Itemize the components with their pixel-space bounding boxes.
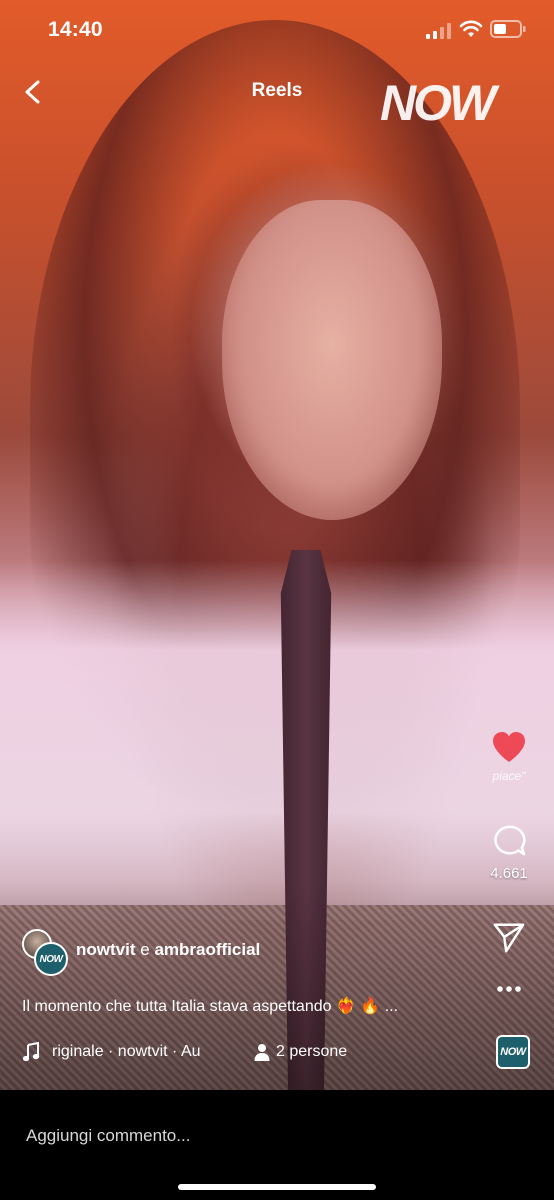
more-action[interactable] xyxy=(474,982,544,1000)
music-note-icon xyxy=(22,1042,40,1062)
wifi-icon xyxy=(459,20,483,37)
video-shirt xyxy=(0,560,554,920)
like-action[interactable]: piace" xyxy=(474,730,544,783)
caption[interactable]: Il momento che tutta Italia stava aspett… xyxy=(22,996,462,1016)
status-time: 14:40 xyxy=(48,18,103,41)
share-icon[interactable] xyxy=(491,920,527,954)
tagged-people[interactable]: 2 persone xyxy=(276,1043,347,1061)
author-name-primary[interactable]: nowtvit xyxy=(76,940,136,959)
share-action[interactable] xyxy=(474,920,544,959)
avatar-now[interactable]: NOW xyxy=(34,942,68,976)
author-connector: e xyxy=(140,940,150,959)
now-brand-logo: NOW xyxy=(380,75,496,131)
comment-bar: Aggiungi commento... xyxy=(0,1090,554,1200)
music-row[interactable]: riginale · nowtvit · Au 2 persone NOW xyxy=(22,1035,542,1069)
signal-icon xyxy=(426,23,451,39)
comment-input[interactable]: Aggiungi commento... xyxy=(26,1126,466,1146)
author-names[interactable]: nowtvit e ambraofficial xyxy=(76,940,260,960)
author-name-secondary[interactable]: ambraofficial xyxy=(154,940,260,959)
more-options-icon[interactable] xyxy=(491,983,527,995)
battery-icon xyxy=(490,20,526,38)
music-text[interactable]: riginale · nowtvit · Au xyxy=(52,1043,252,1061)
comment-icon[interactable] xyxy=(491,824,527,858)
person-icon xyxy=(254,1044,270,1061)
reel-video[interactable] xyxy=(0,0,554,1090)
audio-thumbnail[interactable]: NOW xyxy=(496,1035,530,1069)
home-indicator xyxy=(178,1184,376,1190)
status-bar: 14:40 xyxy=(0,0,554,60)
likes-label: piace" xyxy=(492,769,526,783)
comment-action[interactable]: 4.661 xyxy=(474,824,544,882)
author-row[interactable]: NOW nowtvit e ambraofficial xyxy=(20,928,460,978)
heart-icon[interactable] xyxy=(491,730,527,764)
comments-count: 4.661 xyxy=(490,865,528,882)
video-face xyxy=(222,200,442,520)
